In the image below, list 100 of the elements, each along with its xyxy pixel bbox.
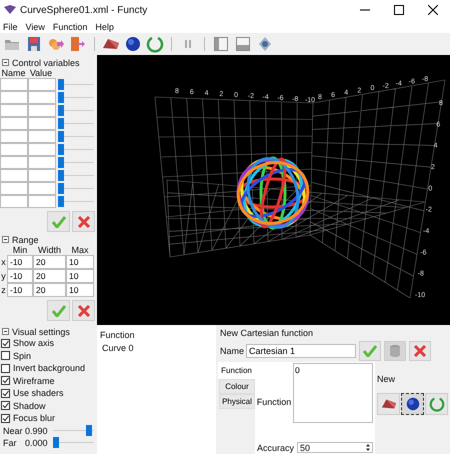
value-field[interactable] <box>28 104 56 117</box>
spin-arrows-icon[interactable] <box>365 443 372 452</box>
option-label: Invert background <box>13 363 86 374</box>
slider-thumb[interactable] <box>58 183 64 194</box>
column-header: Max <box>70 245 90 255</box>
checkbox[interactable] <box>1 338 10 348</box>
option-label: Wireframe <box>13 376 55 386</box>
axis-label: x <box>0 256 7 269</box>
app-logo-icon <box>4 5 16 15</box>
value-field[interactable] <box>28 169 56 182</box>
collapse-icon[interactable] <box>2 328 9 335</box>
tab[interactable]: Physical <box>219 394 255 409</box>
checkbox[interactable] <box>1 414 10 423</box>
cross-icon <box>78 304 90 316</box>
value-field[interactable] <box>28 78 56 91</box>
slider-thumb[interactable] <box>58 105 64 116</box>
menu-item[interactable]: Help <box>95 22 114 32</box>
accuracy-spinbox[interactable]: 50 <box>297 442 374 453</box>
value-field[interactable] <box>28 143 56 156</box>
slider-label: Near <box>3 426 22 436</box>
column-header: Width <box>36 245 62 255</box>
check-icon <box>52 216 66 228</box>
slider-thumb[interactable] <box>58 131 64 142</box>
checkbox[interactable] <box>1 401 10 410</box>
slider-thumb[interactable] <box>58 196 64 207</box>
width-field[interactable]: 20 <box>33 269 66 283</box>
checkbox[interactable] <box>1 388 10 398</box>
name-field[interactable] <box>0 156 28 169</box>
name-field[interactable] <box>0 130 28 143</box>
checkbox[interactable] <box>1 376 10 386</box>
max-field[interactable]: 10 <box>66 283 94 297</box>
axis-label: y <box>0 270 7 283</box>
name-field[interactable] <box>0 143 28 156</box>
slider-thumb[interactable] <box>58 79 64 90</box>
name-field[interactable] <box>0 195 28 208</box>
name-field[interactable] <box>0 104 28 117</box>
menu-item[interactable]: Function <box>52 22 88 32</box>
left-panel-tool-button[interactable] <box>211 34 231 54</box>
collapse-icon[interactable] <box>2 236 9 243</box>
new-surface-button[interactable] <box>377 393 400 415</box>
name-field[interactable] <box>0 182 28 195</box>
film-arrow-icon <box>69 35 87 53</box>
value-field[interactable] <box>28 130 56 143</box>
film-arrow-tool-button[interactable] <box>68 34 88 54</box>
tab[interactable]: Colour <box>219 379 255 394</box>
accuracy-label: Accuracy <box>257 442 294 452</box>
slider-thumb[interactable] <box>58 144 64 155</box>
value-field[interactable] <box>28 182 56 195</box>
accept-button[interactable] <box>359 341 382 361</box>
slider-thumb[interactable] <box>58 170 64 181</box>
width-field[interactable]: 20 <box>33 255 66 269</box>
checkbox[interactable] <box>1 364 10 373</box>
checkbox[interactable] <box>1 351 10 360</box>
name-field[interactable] <box>0 117 28 130</box>
max-field[interactable]: 10 <box>66 269 94 283</box>
value-field[interactable] <box>28 195 56 208</box>
function-field[interactable]: 0 <box>293 363 373 423</box>
width-field[interactable]: 20 <box>33 283 66 297</box>
cross-icon <box>78 216 90 228</box>
new-sphere-button[interactable] <box>401 393 424 415</box>
tab[interactable]: Function <box>218 362 255 379</box>
collapse-icon[interactable] <box>2 59 9 66</box>
close-icon <box>428 5 438 15</box>
section-title: Range <box>12 234 39 244</box>
min-field[interactable]: -10 <box>7 255 33 269</box>
cancel-button[interactable] <box>72 211 95 232</box>
accept-button[interactable] <box>47 300 70 321</box>
name-field[interactable] <box>0 91 28 104</box>
accept-button[interactable] <box>47 211 70 232</box>
slider-thumb[interactable] <box>52 437 59 448</box>
max-field[interactable]: 10 <box>66 255 94 269</box>
function-list-item[interactable]: Curve 0 <box>100 343 213 353</box>
ring-icon <box>428 396 444 412</box>
option-label: Show axis <box>13 338 54 348</box>
value-field[interactable] <box>28 117 56 130</box>
slider-label: Far <box>3 438 18 448</box>
check-icon <box>52 304 66 316</box>
min-field[interactable]: -10 <box>7 283 33 297</box>
slider-thumb[interactable] <box>58 92 64 103</box>
menu-item[interactable]: File <box>3 22 18 32</box>
slider-thumb[interactable] <box>86 425 92 436</box>
cancel-button[interactable] <box>409 341 432 361</box>
value-field[interactable] <box>28 91 56 104</box>
function-label: Function <box>256 396 292 406</box>
min-field[interactable]: -10 <box>7 269 33 283</box>
option-label: Spin <box>13 350 32 361</box>
sphere-tool-button[interactable] <box>123 34 143 54</box>
name-field[interactable] <box>0 169 28 182</box>
name-label: Name <box>219 346 244 356</box>
name-field[interactable]: Cartesian 1 <box>246 344 356 358</box>
name-field[interactable] <box>0 78 28 91</box>
option-label: Shadow <box>13 400 46 411</box>
cancel-button[interactable] <box>72 300 95 321</box>
slider-thumb[interactable] <box>58 157 64 168</box>
cylinder-icon <box>389 344 402 358</box>
cross-icon <box>414 345 426 357</box>
bottom-panel-tool-button[interactable] <box>233 34 253 54</box>
value-field[interactable] <box>28 156 56 169</box>
slider-thumb[interactable] <box>58 118 64 129</box>
menu-item[interactable]: View <box>26 22 45 32</box>
